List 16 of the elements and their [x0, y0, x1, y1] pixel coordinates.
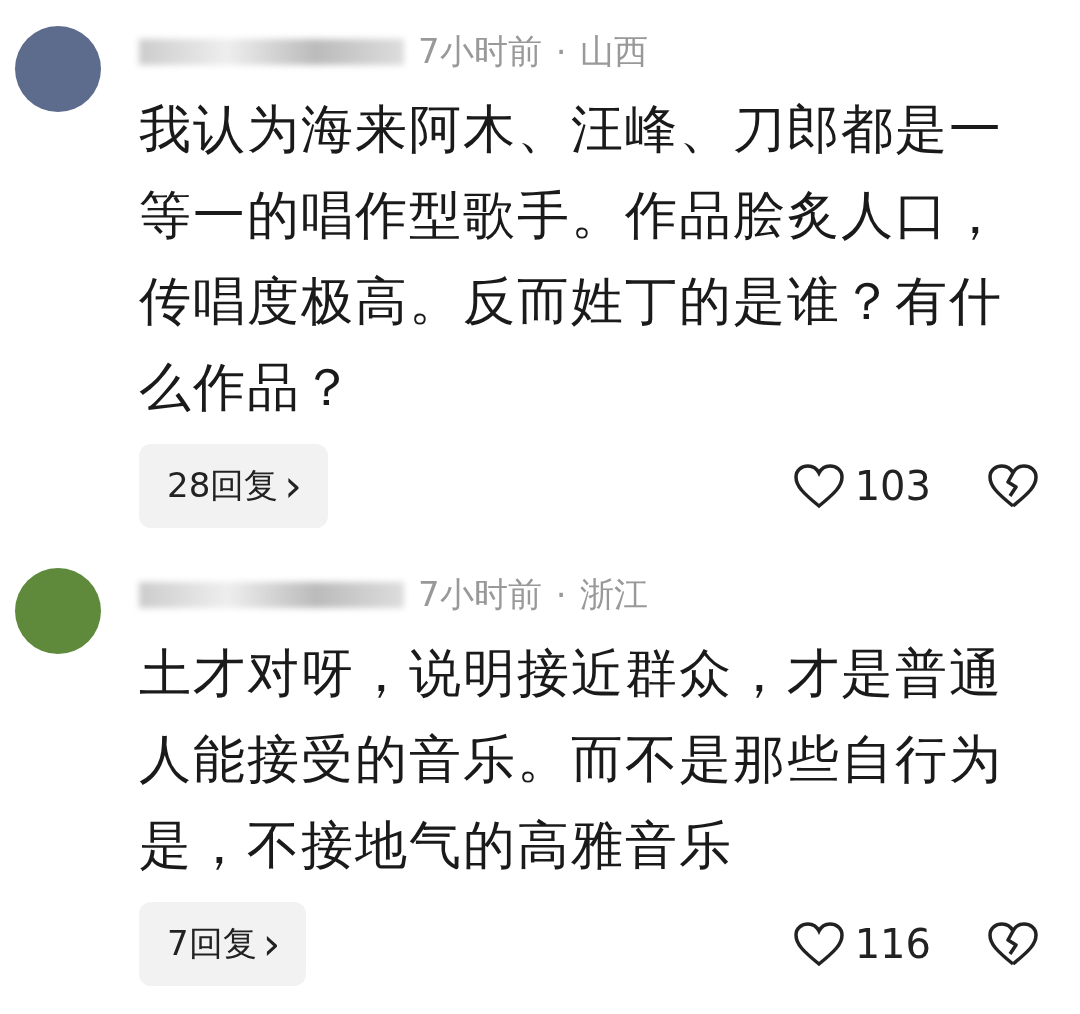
heart-icon[interactable] — [792, 921, 845, 967]
comment-location: 浙江 — [580, 573, 649, 616]
broken-heart-icon[interactable] — [987, 463, 1039, 509]
like-count: 116 — [854, 921, 931, 967]
comment-location: 山西 — [580, 30, 649, 73]
heart-icon[interactable] — [792, 463, 845, 509]
separator-dot: · — [555, 32, 567, 72]
comment-text: 我认为海来阿木、汪峰、刀郎都是一等一的唱作型歌手。作品脍炙人口，传唱度极高。反而姓丁的是谁？有什么作品？ — [139, 98, 1004, 419]
like-count: 103 — [854, 463, 931, 509]
separator-dot: · — [555, 575, 567, 615]
replies-button[interactable]: 7回复› — [139, 902, 307, 986]
comment-time: 7小时前 — [418, 573, 542, 616]
comment-time: 7小时前 — [418, 30, 542, 73]
replies-button[interactable]: 28回复› — [139, 444, 328, 528]
broken-heart-icon[interactable] — [987, 921, 1039, 967]
comment-text: 土才对呀，说明接近群众，才是普通人能接受的音乐。而不是那些自行为是，不接地气的高雅音乐 — [139, 642, 1004, 877]
